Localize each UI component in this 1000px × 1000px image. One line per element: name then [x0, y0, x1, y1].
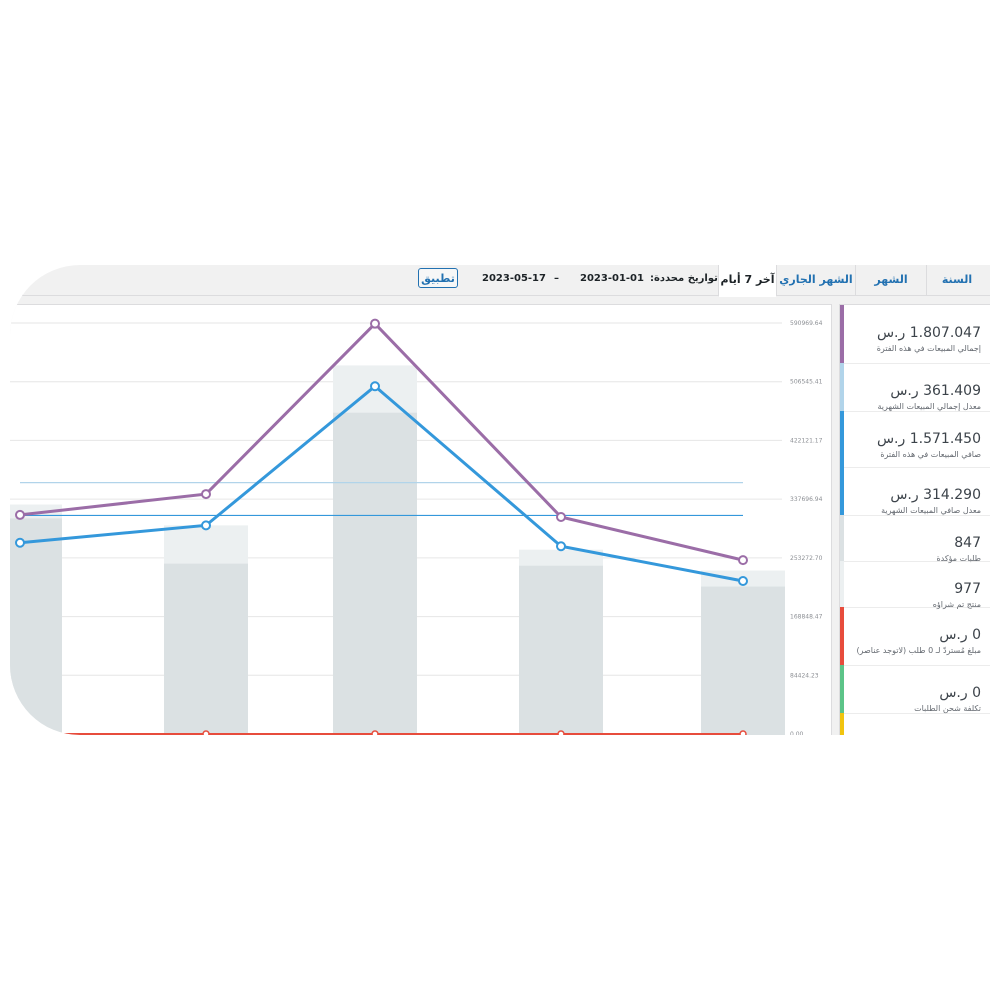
date-to-input[interactable]: 2023-05-17	[482, 273, 546, 284]
data-point	[201, 489, 211, 500]
sales-chart: 590969.64 506545.41 422121.17 337696.94 2532…	[10, 304, 832, 735]
legend-color-bar	[840, 363, 844, 411]
data-point	[739, 730, 747, 735]
data-point	[202, 730, 210, 735]
legend-color-bar	[840, 607, 844, 665]
data-point	[370, 381, 380, 392]
y-tick-label: 337696.94	[790, 496, 823, 503]
bar	[333, 412, 417, 735]
legend-color-bar	[840, 305, 844, 363]
report-panel: السنة الحالية الشهر السابق الشهر الجاري …	[10, 265, 990, 735]
data-point	[738, 555, 748, 566]
data-point	[556, 541, 566, 552]
legend-label: إجمالي المبيعات في هذه الفترة	[876, 344, 981, 353]
legend-item-refunds[interactable]: 0 ر.س مبلغ مُستردّ لـ 0 طلب (لاتوجد عناصر…	[840, 607, 990, 666]
legend-item-net-sales[interactable]: 1.571.450 ر.س صافي المبيعات في هذه الفترة	[840, 411, 990, 468]
y-tick-label: 84424.23	[790, 672, 819, 679]
data-point	[16, 730, 24, 735]
y-tick-label: 506545.41	[790, 379, 823, 386]
legend-value: 0 ر.س	[939, 685, 981, 701]
legend-item-orders[interactable]: 847 طلبات مؤكدة	[840, 515, 990, 563]
legend-item-coupons[interactable]	[840, 713, 990, 735]
y-tick-label: 0.00	[790, 731, 804, 735]
legend-value: 1.571.450 ر.س	[876, 431, 981, 447]
toolbar-edge	[10, 265, 23, 295]
legend-item-gross-sales[interactable]: 1.807.047 ر.س إجمالي المبيعات في هذه الفت…	[840, 305, 990, 364]
legend-label: مبلغ مُستردّ لـ 0 طلب (لاتوجد عناصر)	[856, 646, 981, 655]
legend-value: 314.290 ر.س	[890, 487, 981, 503]
data-point	[557, 730, 565, 735]
legend-item-avg-net-sales[interactable]: 314.290 ر.س معدل صافي المبيعات الشهرية	[840, 467, 990, 516]
legend-color-bar	[840, 561, 844, 607]
legend-label: صافي المبيعات في هذه الفترة	[880, 450, 981, 459]
legend-value: 361.409 ر.س	[890, 383, 981, 399]
y-tick-label: 168848.47	[790, 614, 823, 621]
data-point	[738, 575, 748, 586]
legend-item-avg-gross-sales[interactable]: 361.409 ر.س معدل إجمالي المبيعات الشهرية	[840, 363, 990, 412]
data-point	[371, 730, 379, 735]
chart-legend: 1.807.047 ر.س إجمالي المبيعات في هذه الفت…	[839, 304, 990, 735]
y-tick-label: 422121.17	[790, 437, 823, 444]
report-toolbar: السنة الحالية الشهر السابق الشهر الجاري …	[10, 265, 990, 316]
legend-color-bar	[840, 411, 844, 467]
data-point	[370, 318, 380, 329]
legend-item-shipping[interactable]: 0 ر.س تكلفة شحن الطلبات	[840, 665, 990, 714]
y-tick-label: 590969.64	[790, 320, 823, 327]
data-point	[556, 512, 566, 523]
legend-color-bar	[840, 665, 844, 713]
legend-color-bar	[840, 467, 844, 515]
legend-value: 1.807.047 ر.س	[876, 325, 981, 341]
legend-value: 0 ر.س	[939, 627, 981, 643]
y-tick-label: 253272.70	[790, 555, 823, 562]
apply-button[interactable]: تطبيق	[418, 268, 458, 288]
date-from-input[interactable]: 2023-01-01	[580, 273, 644, 284]
tab-current-month[interactable]: الشهر الجاري	[776, 265, 855, 295]
legend-item-items-purchased[interactable]: 977 منتج تم شراؤه	[840, 561, 990, 609]
bar	[701, 586, 785, 735]
bar	[164, 563, 248, 735]
date-separator: –	[554, 273, 559, 284]
legend-color-bar	[840, 515, 844, 561]
bar	[519, 565, 603, 735]
legend-value: 847	[954, 535, 981, 551]
data-point	[15, 509, 25, 520]
custom-range-label: تواريخ محددة:	[650, 273, 718, 284]
tab-previous-month[interactable]: الشهر السابق	[855, 265, 926, 316]
tab-last-7-days[interactable]: آخر 7 أيام	[718, 265, 776, 297]
legend-color-bar	[840, 713, 844, 735]
legend-value: 977	[954, 581, 981, 597]
data-point	[15, 537, 25, 548]
bar	[10, 518, 62, 735]
sales-chart-svg: 590969.64 506545.41 422121.17 337696.94 2532…	[10, 318, 823, 735]
tab-current-year[interactable]: السنة الحالية	[926, 265, 987, 316]
data-point	[201, 520, 211, 531]
